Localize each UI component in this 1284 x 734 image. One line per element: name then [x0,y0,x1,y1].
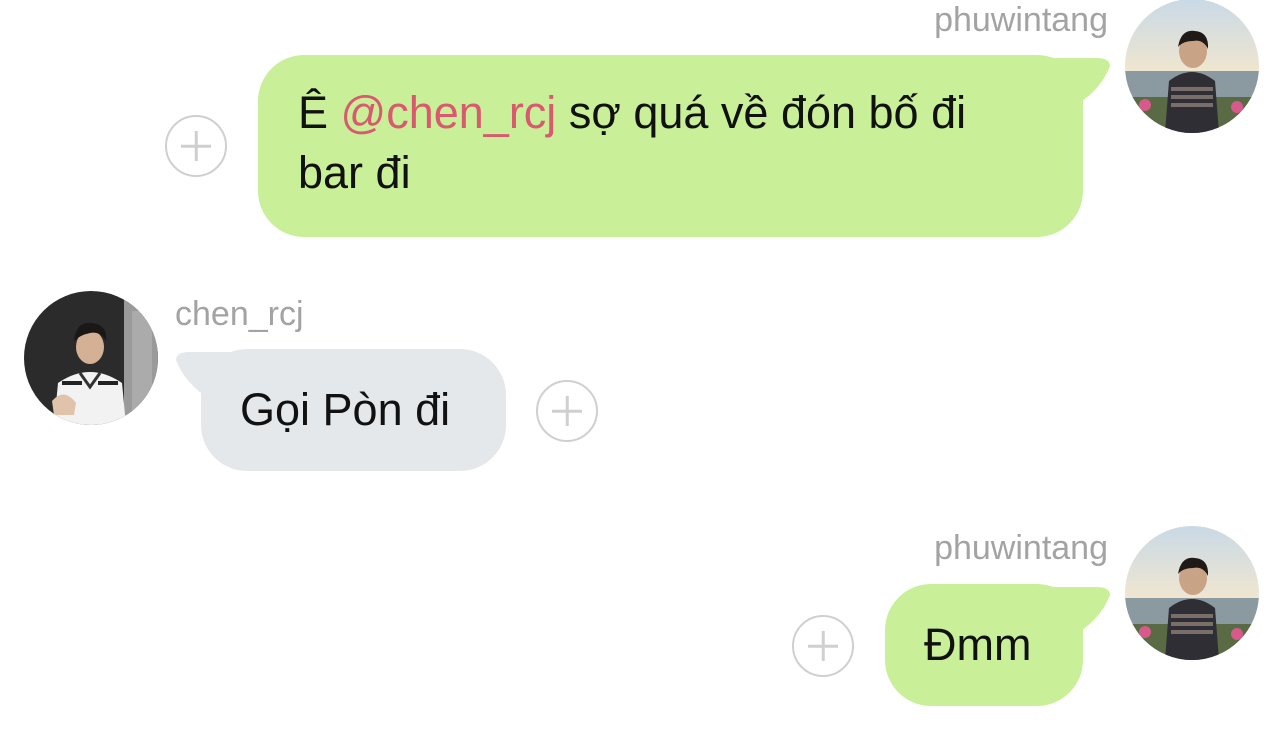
message-text: Gọi Pòn đi [240,384,451,435]
add-reaction-button[interactable] [792,615,854,677]
avatar-photo-icon [24,291,158,425]
avatar-photo-icon [1125,0,1259,133]
sender-avatar[interactable] [1125,0,1259,133]
message-text: Đmm [924,619,1032,670]
message-bubble[interactable]: Gọi Pòn đi [201,349,506,471]
sender-username: phuwintang [934,1,1108,39]
add-reaction-button[interactable] [536,380,598,442]
sender-username: phuwintang [934,529,1108,567]
sender-avatar[interactable] [1125,526,1259,660]
message-text: Ê [298,87,341,138]
user-mention-link[interactable]: @chen_rcj [341,87,557,138]
add-reaction-button[interactable] [165,115,227,177]
bubble-tail [1050,587,1110,633]
sender-username: chen_rcj [175,295,304,333]
avatar-photo-icon [1125,526,1259,660]
sender-avatar[interactable] [24,291,158,425]
message-bubble[interactable]: Ê @chen_rcj sợ quá về đón bố đi bar đi [258,55,1083,237]
bubble-tail [1050,58,1110,104]
